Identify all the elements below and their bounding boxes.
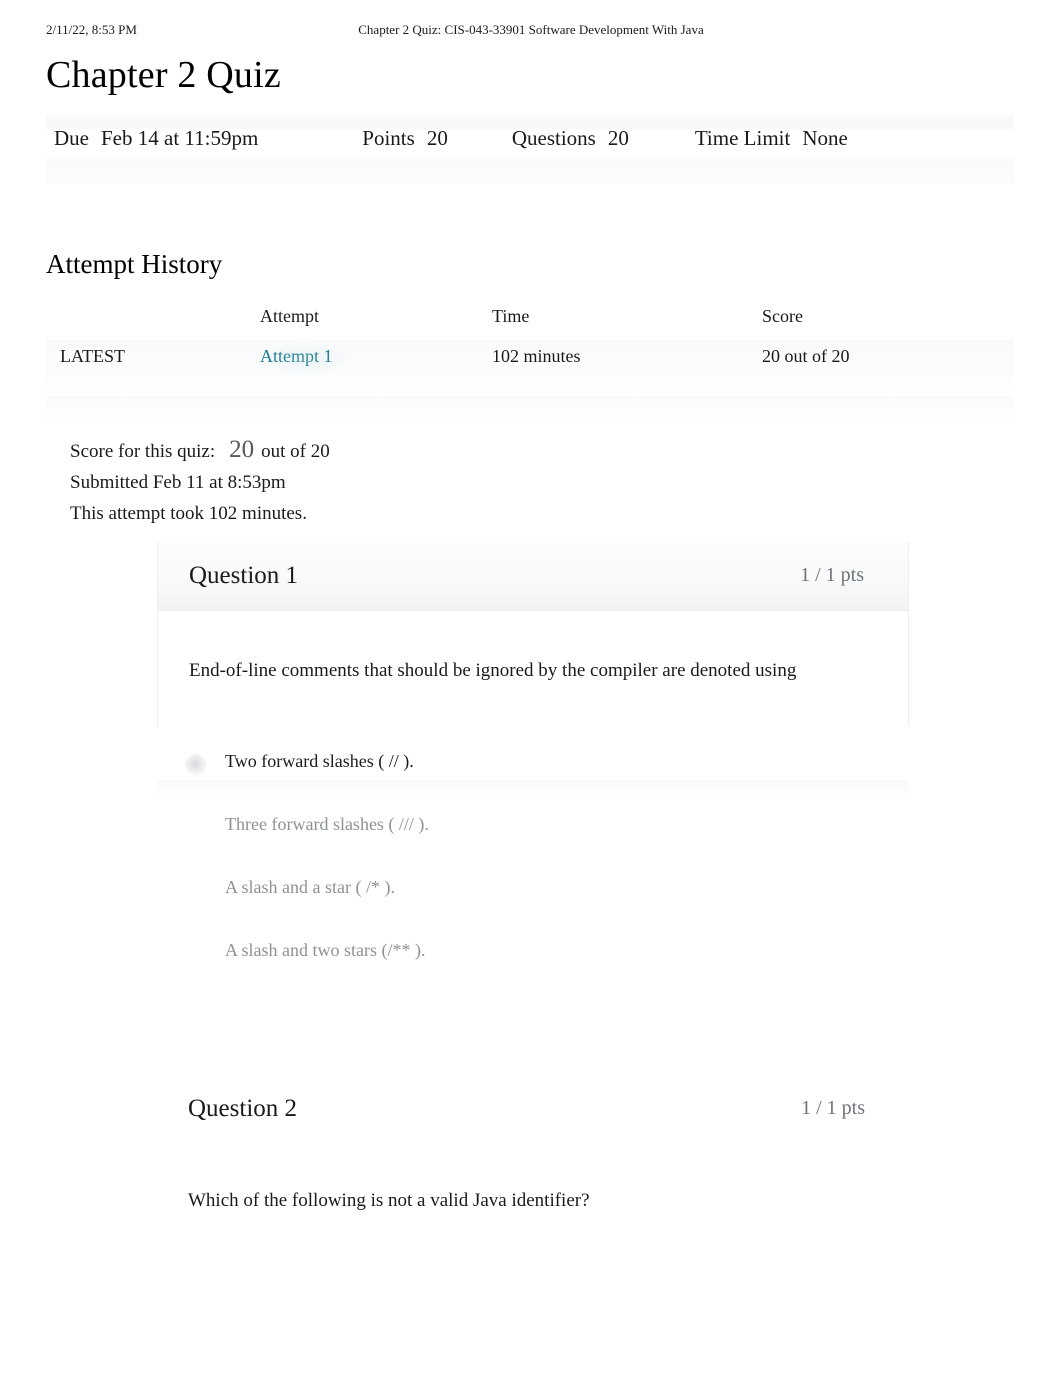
time-limit-label: Time Limit [694, 126, 791, 150]
score-out-of: out of 20 [261, 441, 330, 462]
answer-option-label: Two forward slashes ( // ). [225, 751, 414, 771]
quiz-meta-strip: Due Feb 14 at 11:59pm Points 20 Question… [46, 112, 1014, 184]
column-header-score: Score [762, 306, 803, 326]
due-label: Due [54, 126, 89, 150]
radio-unselected-icon[interactable] [185, 880, 207, 902]
question-2-wrap: Question 2 1 / 1 pts Which of the follow… [157, 1075, 909, 1216]
table-header-row: Attempt Time Score [46, 300, 1014, 340]
attempt-history-table: Attempt Time Score LATEST Attempt 1 102 … [46, 300, 1014, 426]
score-summary: Score for this quiz: 20 out of 20 Submitte… [70, 434, 330, 529]
answer-option[interactable]: Two forward slashes ( // ). [157, 748, 909, 811]
question-2-header-row: Question 2 1 / 1 pts [157, 1075, 909, 1141]
quiz-meta-row: Due Feb 14 at 11:59pm Points 20 Question… [46, 126, 848, 160]
question-2-body: Which of the following is not a valid Ja… [157, 1141, 909, 1216]
question-card: Question 2 1 / 1 pts Which of the follow… [157, 1075, 909, 1216]
radio-unselected-icon[interactable] [185, 943, 207, 965]
table-row: LATEST Attempt 1 102 minutes 20 out of 2… [46, 340, 1014, 396]
quiz-results-page: { "print_header": { "date": "2/11/22, 8:… [0, 0, 1062, 1377]
page-title: Chapter 2 Quiz [46, 54, 281, 96]
submitted-line: Submitted Feb 11 at 8:53pm [70, 472, 286, 493]
question-card: Question 1 1 / 1 pts End-of-line comment… [157, 542, 909, 1000]
attempt-link[interactable]: Attempt 1 [260, 346, 333, 366]
question-2-points: 1 / 1 pts [801, 1097, 865, 1119]
answer-option[interactable]: Three forward slashes ( /// ). [157, 811, 909, 874]
question-2-text: Which of the following is not a valid Ja… [188, 1190, 590, 1211]
due-value: Feb 14 at 11:59pm [101, 126, 259, 150]
answer-option[interactable]: A slash and two stars (/** ). [157, 937, 909, 1000]
radio-unselected-icon[interactable] [185, 817, 207, 839]
duration-line: This attempt took 102 minutes. [70, 503, 307, 524]
score-label: Score for this quiz: [70, 441, 216, 462]
question-2-name: Question 2 [188, 1095, 298, 1122]
attempt-history-heading: Attempt History [46, 249, 223, 279]
column-header-attempt: Attempt [260, 306, 319, 326]
points-label: Points [362, 126, 415, 150]
quiz-meta-bottom-shade [46, 158, 1014, 184]
question-1-shell: Question 1 1 / 1 pts End-of-line comment… [157, 542, 909, 726]
question-1-name: Question 1 [189, 562, 299, 589]
attempt-time: 102 minutes [492, 346, 581, 366]
question-1-text: End-of-line comments that should be igno… [189, 660, 797, 681]
question-1-answers: Two forward slashes ( // ). Three forwar… [157, 748, 909, 1000]
column-header-time: Time [492, 306, 530, 326]
answer-option-label: Three forward slashes ( /// ). [225, 814, 429, 834]
answer-option[interactable]: A slash and a star ( /* ). [157, 874, 909, 937]
score-line: Score for this quiz: 20 out of 20 [70, 434, 330, 467]
questions-value: 20 [607, 126, 629, 150]
print-document-title: Chapter 2 Quiz: CIS-043-33901 Software D… [358, 22, 704, 37]
question-1-body: End-of-line comments that should be igno… [158, 611, 908, 726]
score-value: 20 [229, 436, 255, 463]
question-1-header: Question 1 1 / 1 pts [158, 542, 908, 611]
latest-badge: LATEST [60, 346, 125, 366]
question-1-points: 1 / 1 pts [800, 564, 864, 586]
time-limit-value: None [802, 126, 848, 150]
attempt-score: 20 out of 20 [762, 346, 850, 366]
radio-selected-icon[interactable] [185, 754, 207, 776]
questions-label: Questions [511, 126, 596, 150]
answer-option-label: A slash and a star ( /* ). [225, 877, 395, 897]
points-value: 20 [426, 126, 448, 150]
print-header: 2/11/22, 8:53 PM Chapter 2 Quiz: CIS-043… [0, 22, 1062, 44]
answer-option-label: A slash and two stars (/** ). [225, 940, 426, 960]
questions-container: Question 1 1 / 1 pts End-of-line comment… [157, 542, 909, 1000]
table-footer-shade [46, 396, 1014, 426]
